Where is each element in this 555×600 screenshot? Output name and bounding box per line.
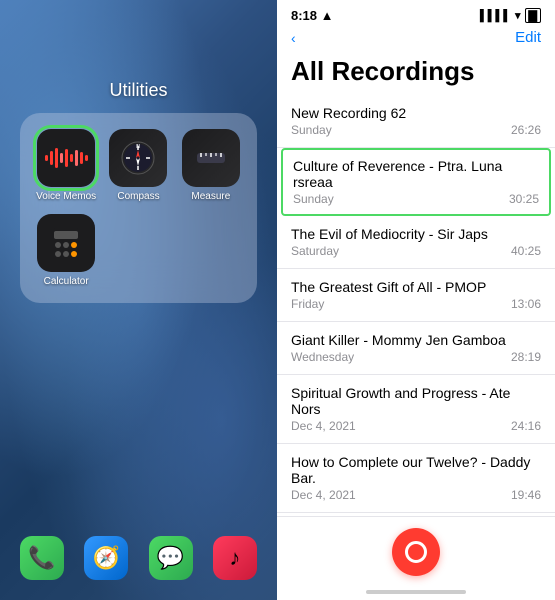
recording-name-5: Spiritual Growth and Progress - Ate Nors [291,385,541,417]
recording-day-6: Dec 4, 2021 [291,488,356,502]
calculator-label: Calculator [44,276,89,287]
app-calculator[interactable]: Calculator [36,214,96,287]
app-voice-memos[interactable]: Voice Memos [36,129,96,202]
compass-svg: N [120,140,156,176]
home-indicator [277,586,555,600]
recording-name-0: New Recording 62 [291,105,541,121]
voice-memos-icon[interactable] [37,129,95,187]
recording-name-6: How to Complete our Twelve? - Daddy Bar. [291,454,541,486]
svg-text:N: N [137,144,141,150]
compass-icon[interactable]: N [109,129,167,187]
recording-name-3: The Greatest Gift of All - PMOP [291,279,541,295]
utilities-folder[interactable]: Utilities [20,80,257,303]
calc-svg [47,224,85,262]
recording-name-4: Giant Killer - Mommy Jen Gamboa [291,332,541,348]
recording-day-0: Sunday [291,123,332,137]
waveform-visual [45,146,88,170]
status-time: 8:18 ▲ [291,8,334,23]
recording-item-2[interactable]: The Evil of Mediocrity - Sir Japs Saturd… [277,216,555,269]
recording-duration-3: 13:06 [511,297,541,311]
back-button[interactable]: ‹ [291,30,296,46]
compass-label: Compass [117,191,159,202]
battery-icon: ▇ [525,8,541,23]
recording-day-2: Saturday [291,244,339,258]
wifi-icon: ▾ [515,9,521,22]
dock-phone-icon[interactable]: 📞 [20,536,64,580]
recording-duration-1: 30:25 [509,192,539,206]
dock-music-icon[interactable]: ♪ [213,536,257,580]
record-inner [405,541,427,563]
recording-item-5[interactable]: Spiritual Growth and Progress - Ate Nors… [277,375,555,444]
status-bar: 8:18 ▲ ▌▌▌▌ ▾ ▇ [277,0,555,27]
dock: 📞 🧭 💬 ♪ [0,536,277,580]
recording-meta-4: Wednesday 28:19 [291,350,541,364]
app-compass[interactable]: N Compass [108,129,168,202]
nav-bar: ‹ Edit [277,27,555,52]
recording-duration-4: 28:19 [511,350,541,364]
page-title: All Recordings [277,52,555,95]
dock-safari-icon[interactable]: 🧭 [84,536,128,580]
app-measure[interactable]: Measure [181,129,241,202]
status-arrow: ▲ [321,8,334,23]
folder-title: Utilities [20,80,257,101]
recording-day-3: Friday [291,297,324,311]
voice-memos-label: Voice Memos [36,191,96,202]
recording-name-2: The Evil of Mediocrity - Sir Japs [291,226,541,242]
recording-day-5: Dec 4, 2021 [291,419,356,433]
recording-day-4: Wednesday [291,350,354,364]
recordings-list[interactable]: New Recording 62 Sunday 26:26 Culture of… [277,95,555,516]
home-screen: Utilities [0,0,277,600]
recording-meta-2: Saturday 40:25 [291,244,541,258]
measure-label: Measure [191,191,230,202]
recording-name-1: Culture of Reverence - Ptra. Luna rsreaa [293,158,539,190]
chevron-left-icon: ‹ [291,30,296,46]
recording-item-1[interactable]: Culture of Reverence - Ptra. Luna rsreaa… [281,148,551,216]
voice-memos-screen: 8:18 ▲ ▌▌▌▌ ▾ ▇ ‹ Edit All Recordings Ne… [277,0,555,600]
calculator-icon[interactable] [37,214,95,272]
recording-duration-2: 40:25 [511,244,541,258]
recording-meta-0: Sunday 26:26 [291,123,541,137]
record-button[interactable] [392,528,440,576]
edit-button[interactable]: Edit [515,29,541,46]
signal-icon: ▌▌▌▌ [480,10,511,22]
recording-meta-6: Dec 4, 2021 19:46 [291,488,541,502]
recording-meta-1: Sunday 30:25 [293,192,539,206]
recording-day-1: Sunday [293,192,334,206]
recording-item-0[interactable]: New Recording 62 Sunday 26:26 [277,95,555,148]
measure-svg [193,140,229,176]
bottom-bar [277,516,555,586]
home-bar [366,590,466,594]
recording-duration-0: 26:26 [511,123,541,137]
recording-item-3[interactable]: The Greatest Gift of All - PMOP Friday 1… [277,269,555,322]
status-icons: ▌▌▌▌ ▾ ▇ [480,8,541,23]
recording-duration-5: 24:16 [511,419,541,433]
recording-item-6[interactable]: How to Complete our Twelve? - Daddy Bar.… [277,444,555,513]
recording-item-4[interactable]: Giant Killer - Mommy Jen Gamboa Wednesda… [277,322,555,375]
recording-duration-6: 19:46 [511,488,541,502]
recording-meta-3: Friday 13:06 [291,297,541,311]
dock-messages-icon[interactable]: 💬 [149,536,193,580]
recording-meta-5: Dec 4, 2021 24:16 [291,419,541,433]
measure-icon[interactable] [182,129,240,187]
folder-grid: Voice Memos N [20,113,257,303]
